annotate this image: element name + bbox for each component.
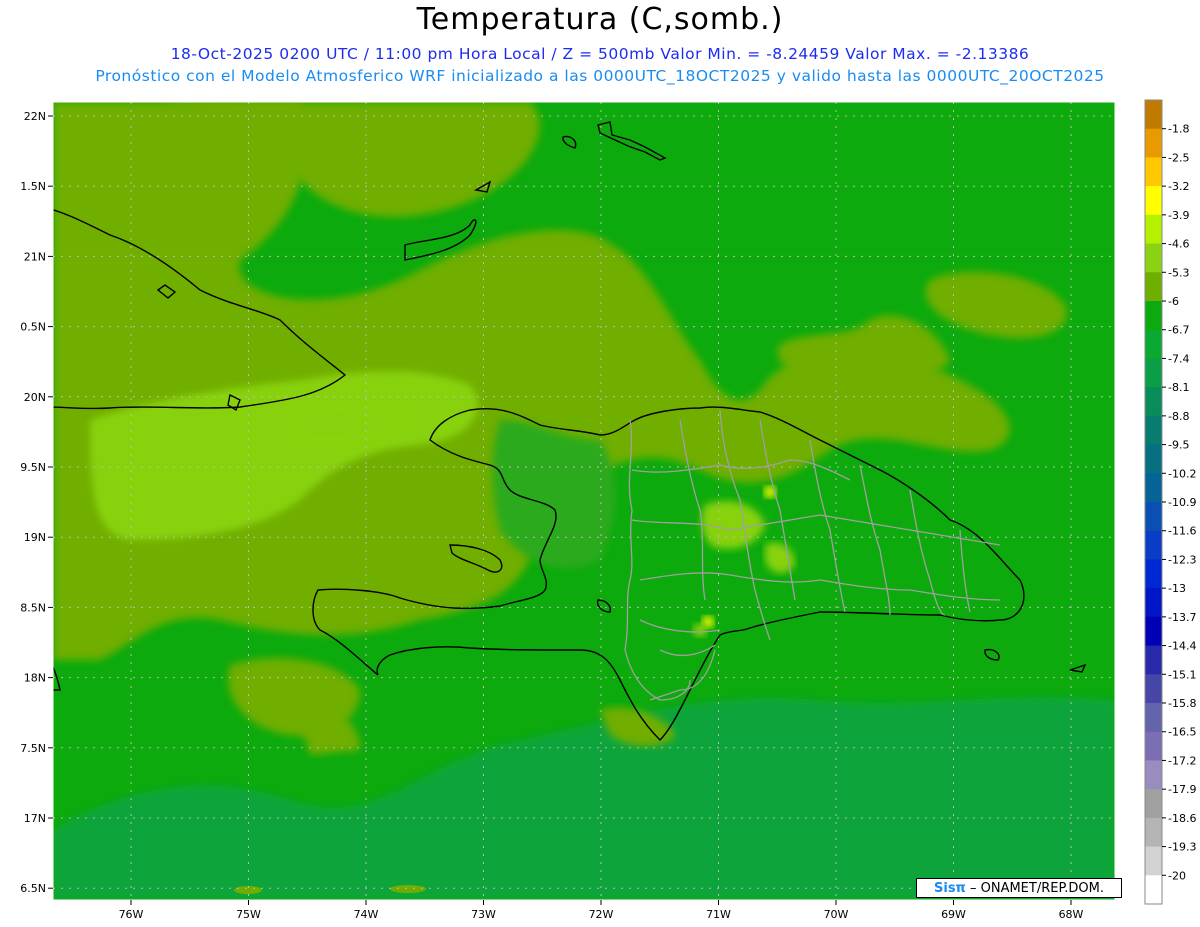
weather-map: 22N 1.5N 21N 0.5N 20N 9.5N 19N 8.5N 18N 7.5N 17N 6.…	[20, 99, 1196, 921]
colorbar-swatch	[1145, 415, 1162, 446]
colorbar-label: -13	[1168, 582, 1186, 595]
colorbar-swatch	[1145, 789, 1162, 819]
colorbar-swatch	[1145, 301, 1162, 331]
colorbar-swatch	[1145, 731, 1162, 761]
colorbar-swatch	[1145, 214, 1162, 245]
lat-tick-label: 9.5N	[20, 461, 46, 474]
colorbar-label: -10.2	[1168, 467, 1196, 480]
colorbar-label: -17.2	[1168, 754, 1196, 767]
colorbar-swatch	[1145, 473, 1162, 503]
lon-tick-label: 72W	[589, 908, 614, 921]
colorbar-label: -9.5	[1168, 439, 1189, 452]
colorbar-swatch	[1145, 616, 1162, 647]
colorbar-label: -18.6	[1168, 812, 1196, 825]
colorbar-swatch	[1145, 502, 1162, 532]
colorbar-swatch	[1145, 703, 1162, 733]
colorbar-swatch	[1145, 128, 1162, 158]
colorbar-swatch	[1145, 846, 1162, 876]
colorbar-label: -15.1	[1168, 668, 1196, 681]
lon-tick-label: 70W	[824, 908, 849, 921]
colorbar-swatch	[1145, 875, 1162, 905]
colorbar-swatch	[1145, 817, 1162, 848]
colorbar-label: -15.8	[1168, 697, 1196, 710]
colorbar-label: -7.4	[1168, 352, 1189, 365]
lat-tick-label: 21N	[24, 250, 46, 263]
colorbar-swatch	[1145, 358, 1162, 388]
colorbar-swatch	[1145, 157, 1162, 187]
colorbar-swatch	[1145, 674, 1162, 704]
lat-tick-label: 18N	[24, 672, 46, 685]
colorbar-label: -16.5	[1168, 726, 1196, 739]
colorbar-swatch	[1145, 559, 1162, 589]
colorbar-label: -11.6	[1168, 525, 1196, 538]
colorbar-label: -6	[1168, 295, 1179, 308]
colorbar-label: -10.9	[1168, 496, 1196, 509]
lat-tick-label: 20N	[24, 391, 46, 404]
lon-tick-label: 71W	[706, 908, 731, 921]
colorbar-swatch	[1145, 186, 1162, 216]
colorbar-label: -13.7	[1168, 611, 1196, 624]
colorbar-swatch	[1145, 760, 1162, 790]
colorbar-label: -12.3	[1168, 553, 1196, 566]
colorbar-label: -1.8	[1168, 123, 1189, 136]
colorbar-swatch	[1145, 588, 1162, 618]
lat-tick-label: 0.5N	[20, 321, 46, 334]
colorbar-label: -19.3	[1168, 841, 1196, 854]
colorbar-swatch	[1145, 444, 1162, 474]
credit-separator: –	[965, 881, 981, 896]
colorbar-label: -5.3	[1168, 266, 1189, 279]
colorbar-swatch	[1145, 645, 1162, 675]
lon-tick-label: 68W	[1059, 908, 1084, 921]
lat-tick-label: 1.5N	[20, 180, 46, 193]
credit-box: Sisπ – ONAMET/REP.DOM.	[916, 878, 1122, 898]
credit-brand: Sisπ	[934, 881, 966, 896]
credit-org: ONAMET/REP.DOM.	[980, 881, 1104, 896]
colorbar-label: -3.9	[1168, 209, 1189, 222]
colorbar-label: -6.7	[1168, 324, 1189, 337]
lon-tick-label: 74W	[354, 908, 379, 921]
colorbar-label: -8.8	[1168, 410, 1189, 423]
lat-tick-label: 17N	[24, 812, 46, 825]
colorbar-label: -3.2	[1168, 180, 1189, 193]
colorbar-swatch	[1145, 329, 1162, 359]
colorbar-swatch	[1145, 100, 1162, 130]
temperature-field	[53, 102, 1115, 900]
colorbar-label: -8.1	[1168, 381, 1189, 394]
lat-tick-label: 8.5N	[20, 601, 46, 614]
lat-tick-label: 22N	[24, 110, 46, 123]
colorbar-label: -17.9	[1168, 783, 1196, 796]
lat-tick-label: 6.5N	[20, 882, 46, 895]
lon-tick-label: 73W	[471, 908, 496, 921]
colorbar-swatch	[1145, 530, 1162, 560]
lon-tick-label: 76W	[119, 908, 144, 921]
colorbar-swatch	[1145, 387, 1162, 417]
colorbar-swatch	[1145, 272, 1162, 302]
colorbar-label: -20	[1168, 869, 1186, 882]
colorbar: -1.8 -2.5 -3.2 -3.9 -4.6 -5.3 -6 -6.7 -7.4 -8.1 -8…	[1144, 99, 1196, 905]
colorbar-label: -14.4	[1168, 640, 1196, 653]
lon-tick-label: 75W	[236, 908, 261, 921]
colorbar-swatch	[1145, 243, 1162, 273]
colorbar-label: -2.5	[1168, 151, 1189, 164]
lat-tick-label: 19N	[24, 531, 46, 544]
lat-tick-label: 7.5N	[20, 742, 46, 755]
colorbar-label: -4.6	[1168, 238, 1189, 251]
lon-tick-label: 69W	[941, 908, 966, 921]
